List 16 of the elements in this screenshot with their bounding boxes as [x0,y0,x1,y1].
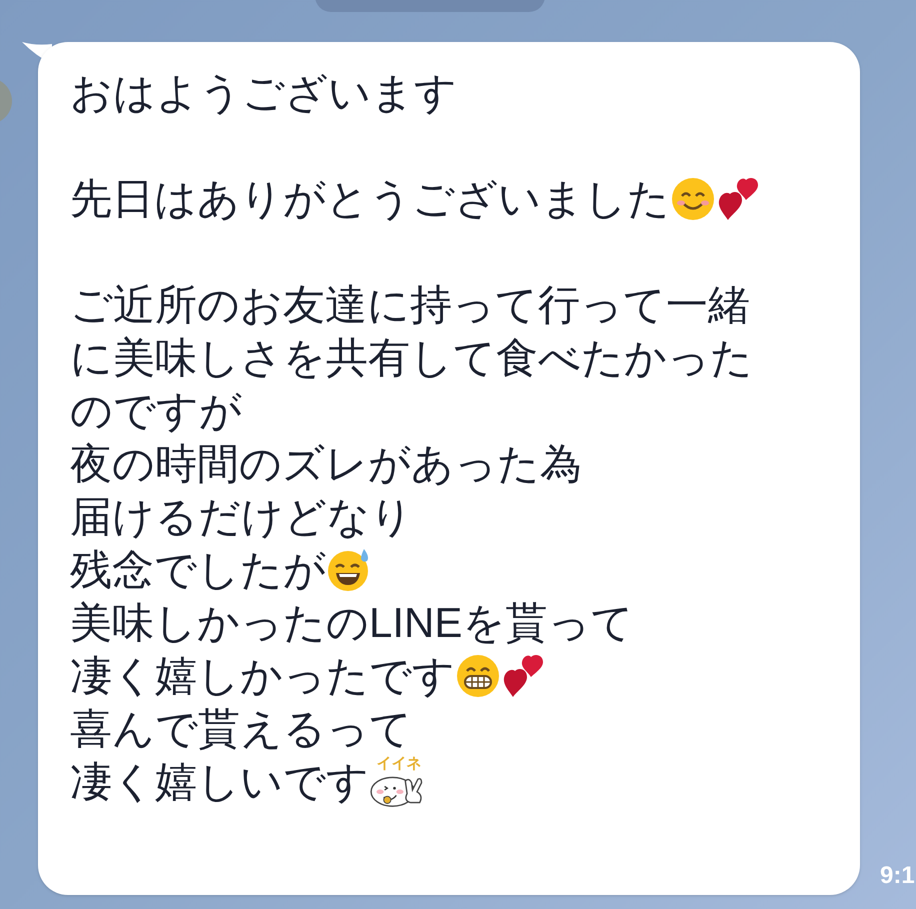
message-line: 夜の時間のズレがあった為 [70,439,582,489]
message-line: 美味しかったのLINEを貰って [70,598,634,648]
message-line: 残念でしたが [70,545,326,595]
message-line: おはようございます [70,68,457,118]
message-line: のですが [70,386,242,436]
message-line: に美味しさを共有して食べたかった [70,333,753,383]
smiling-face-icon [670,176,716,222]
message-time: 9:1 [880,861,915,891]
message-line: 先日はありがとうございました [70,174,670,224]
sticker-caption: イイネ [376,756,422,772]
grinning-face-icon [455,652,501,698]
message-line: ご近所のお友達に持って行って一緒 [70,280,750,330]
message-line: 届けるだけどなり [70,492,413,542]
message-line: 凄く嬉しかったです [70,651,455,701]
message-line: 喜んで貰えるって [70,704,412,754]
message-line: 凄く嬉しいです [70,757,369,807]
